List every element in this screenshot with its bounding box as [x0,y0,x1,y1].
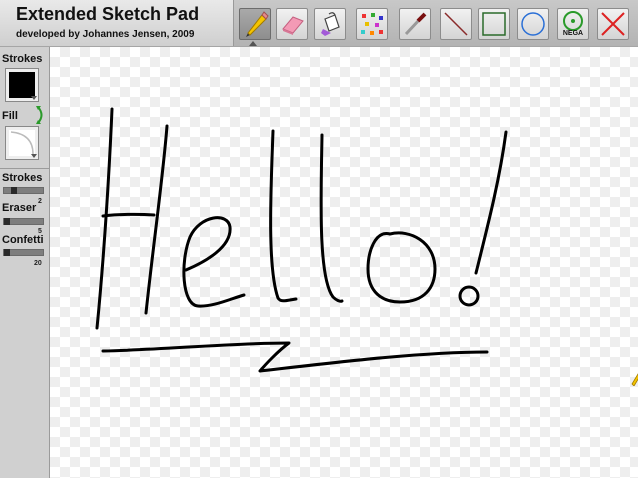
stroke-l-2 [319,133,344,303]
eraser-tool-button[interactable] [276,8,308,40]
chevron-down-icon [31,96,37,100]
eyedropper-tool-button[interactable] [399,8,431,40]
stroke-color-swatch[interactable] [5,68,39,102]
eraser-size-slider-thumb[interactable] [4,218,10,225]
eyedropper-icon [404,12,427,36]
eraser-icon [282,16,304,35]
stroke-o [366,231,437,304]
stroke-exclamation-line [474,130,508,275]
stroke-color-fill [9,72,35,98]
pencil-cursor-icon [631,373,638,386]
toolbar: NEGA [233,0,638,46]
eraser-size-value: 2 [38,198,42,205]
active-tool-indicator [249,41,257,46]
confetti-icon [361,13,383,35]
chevron-down-icon [31,154,37,158]
stroke-h-right [144,124,169,315]
line-icon [444,12,468,36]
rectangle-tool-button[interactable] [478,8,510,40]
bucket-tool-button[interactable] [314,8,346,40]
stroke-h-bar [101,212,156,218]
strokes-size-slider[interactable] [3,187,44,194]
confetti-size-label: Confetti [2,234,44,246]
ellipse-tool-button[interactable] [517,8,549,40]
sidebar-divider [0,168,49,169]
sidebar: Strokes Fill Strokes Eraser 2 Confetti 5… [0,47,50,478]
nega-tool-button[interactable]: NEGA [557,8,589,40]
confetti-size-slider-thumb[interactable] [4,249,10,256]
confetti-size-value: 20 [34,260,42,267]
stroke-l-1 [269,129,298,303]
clear-x-icon [601,12,625,36]
clear-tool-button[interactable] [597,8,629,40]
pencil-tool-button[interactable] [239,8,271,40]
nega-label: NEGA [562,30,584,37]
strokes-size-label: Strokes [2,172,43,184]
strokes-color-label: Strokes [2,53,43,65]
stroke-e [182,216,246,308]
fill-preview-icon [10,131,34,155]
sketch-drawing [95,107,508,373]
eraser-size-label: Eraser [2,202,37,214]
swap-colors-icon[interactable] [36,105,46,125]
app-title: Extended Sketch Pad [16,4,200,24]
line-tool-button[interactable] [440,8,472,40]
app-window: Extended Sketch Pad developed by Johanne… [0,0,638,478]
fill-color-label: Fill [2,110,18,122]
paint-bucket-icon [321,12,340,36]
fill-color-swatch[interactable] [5,126,39,160]
eraser-size-slider[interactable] [3,218,44,225]
confetti-amount-value: 5 [38,228,42,235]
app-subtitle: developed by Johannes Jensen, 2009 [16,29,195,40]
rectangle-icon [482,12,506,36]
ellipse-icon [521,12,545,36]
confetti-size-slider[interactable] [3,249,44,256]
stroke-exclamation-dot [458,285,480,307]
stroke-underline [101,341,489,373]
strokes-size-slider-thumb[interactable] [11,187,17,194]
confetti-tool-button[interactable] [356,8,388,40]
drawing-canvas[interactable] [50,47,638,478]
fill-color-fill [9,130,35,156]
pencil-icon [246,11,269,37]
stroke-h-left [95,107,114,330]
